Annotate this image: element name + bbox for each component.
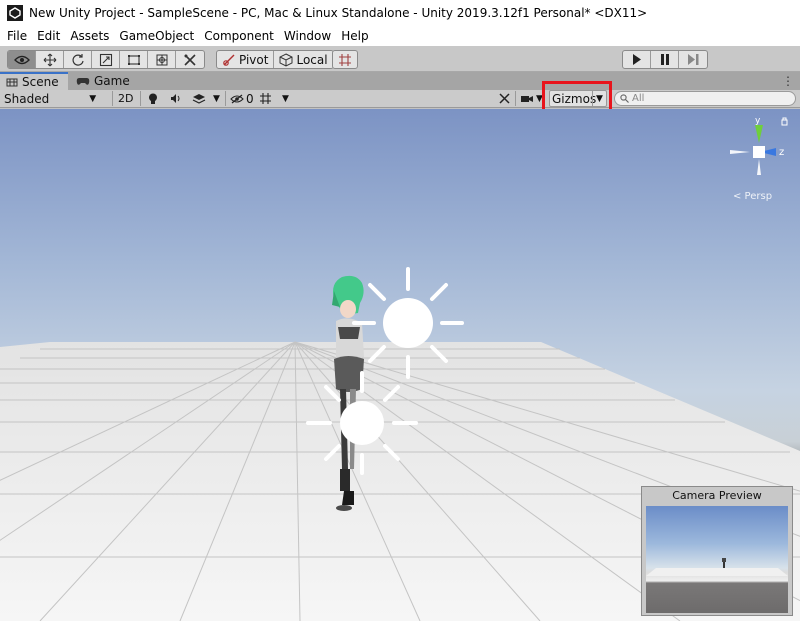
view-tool-button[interactable] (8, 51, 36, 68)
effects-dropdown[interactable]: ▼ (213, 90, 220, 107)
editor-tabs: Scene Game ⋮ (0, 72, 800, 90)
lighting-toggle[interactable] (148, 90, 158, 107)
scene-search-input[interactable]: All (614, 91, 796, 106)
main-toolbar: Pivot Local (0, 46, 800, 72)
local-toggle-button[interactable]: Local (274, 51, 332, 68)
camera-preview-panel: Camera Preview (641, 486, 793, 616)
search-icon (620, 94, 629, 103)
point-light-gizmo[interactable] (306, 367, 418, 479)
move-tool-button[interactable] (36, 51, 64, 68)
grid-icon (260, 93, 271, 104)
pivot-toggle-button[interactable]: Pivot (217, 51, 275, 68)
scale-tool-button[interactable] (92, 51, 120, 68)
menu-edit[interactable]: Edit (32, 26, 65, 46)
transform-tools-group (7, 50, 205, 69)
custom-tool-icon (184, 53, 196, 66)
shading-mode-dropdown[interactable]: Shaded ▼ (4, 90, 96, 107)
pivot-local-group: Pivot Local (216, 50, 334, 69)
rotate-tool-button[interactable] (64, 51, 92, 68)
divider (225, 91, 226, 106)
light-bulb-icon (149, 93, 157, 104)
search-placeholder: All (632, 93, 645, 104)
unity-editor-window: New Unity Project - SampleScene - PC, Ma… (0, 0, 800, 621)
tab-game[interactable]: Game (70, 72, 138, 90)
menu-window[interactable]: Window (279, 26, 336, 46)
menu-component[interactable]: Component (199, 26, 279, 46)
lock-icon[interactable] (781, 117, 788, 126)
shading-mode-label: Shaded (4, 91, 50, 106)
camera-preview-scene (646, 558, 788, 576)
camera-settings-button[interactable] (520, 90, 534, 107)
2d-mode-toggle[interactable]: 2D (118, 90, 133, 107)
pivot-icon (223, 54, 235, 66)
pause-button[interactable] (651, 51, 679, 68)
title-bar: New Unity Project - SampleScene - PC, Ma… (0, 0, 800, 26)
camera-icon (521, 95, 533, 102)
chevron-down-icon: ▼ (213, 93, 220, 104)
step-button[interactable] (679, 51, 707, 68)
snap-settings-button[interactable] (332, 50, 358, 69)
eye-slash-icon (230, 94, 244, 103)
transform-icon (156, 54, 167, 65)
divider (112, 91, 113, 106)
divider (140, 91, 141, 106)
tools-icon (499, 93, 510, 104)
window-title: New Unity Project - SampleScene - PC, Ma… (29, 6, 648, 20)
camera-preview-title: Camera Preview (672, 489, 762, 502)
layers-icon (192, 93, 206, 104)
pause-icon (660, 54, 669, 65)
effects-toggle[interactable] (192, 90, 206, 107)
gamepad-icon (76, 77, 90, 85)
tab-scene[interactable]: Scene (0, 72, 68, 90)
2d-label: 2D (118, 92, 134, 105)
menu-gameobject[interactable]: GameObject (114, 26, 199, 46)
tab-scene-label: Scene (22, 75, 59, 89)
tab-game-label: Game (94, 74, 130, 88)
scene-viewport[interactable]: z y < Persp Camera Preview (0, 109, 800, 621)
chevron-down-icon: ▼ (89, 93, 97, 104)
scene-tools-toggle[interactable] (498, 90, 511, 107)
playback-controls (622, 50, 708, 69)
step-icon (687, 54, 698, 65)
pivot-label: Pivot (239, 52, 269, 67)
unity-logo-icon (7, 5, 23, 21)
orientation-gizmo[interactable]: z y (724, 117, 794, 187)
move-icon (43, 53, 56, 66)
custom-tool-button[interactable] (176, 51, 204, 68)
rect-tool-button[interactable] (120, 51, 148, 68)
menu-help[interactable]: Help (336, 26, 373, 46)
divider (515, 91, 516, 106)
menu-assets[interactable]: Assets (65, 26, 114, 46)
speaker-icon (171, 94, 180, 103)
audio-toggle[interactable] (170, 90, 182, 107)
axis-z-label: z (779, 147, 784, 158)
local-label: Local (296, 52, 328, 67)
camera-preview-view (646, 506, 788, 613)
chevron-down-icon: ▼ (282, 93, 289, 104)
hidden-objects-toggle[interactable]: 0 (230, 90, 254, 107)
play-icon (632, 54, 641, 65)
persp-label[interactable]: < Persp (733, 191, 772, 202)
play-button[interactable] (623, 51, 651, 68)
cube-icon (279, 52, 293, 67)
scale-icon (99, 53, 112, 66)
eye-icon (13, 55, 30, 64)
axis-y-label: y (755, 117, 761, 126)
tabs-menu-icon[interactable]: ⋮ (782, 72, 794, 90)
grid-dropdown[interactable]: ▼ (282, 90, 289, 107)
grid-snap-icon (339, 53, 351, 66)
hidden-count: 0 (246, 91, 254, 106)
grid-toggle[interactable] (259, 90, 272, 107)
transform-tool-button[interactable] (148, 51, 176, 68)
rect-icon (127, 54, 140, 65)
scene-icon (6, 78, 18, 86)
menu-file[interactable]: File (2, 26, 32, 46)
directional-light-gizmo[interactable] (352, 267, 464, 379)
rotate-icon (71, 53, 84, 66)
menu-bar: File Edit Assets GameObject Component Wi… (0, 26, 800, 46)
